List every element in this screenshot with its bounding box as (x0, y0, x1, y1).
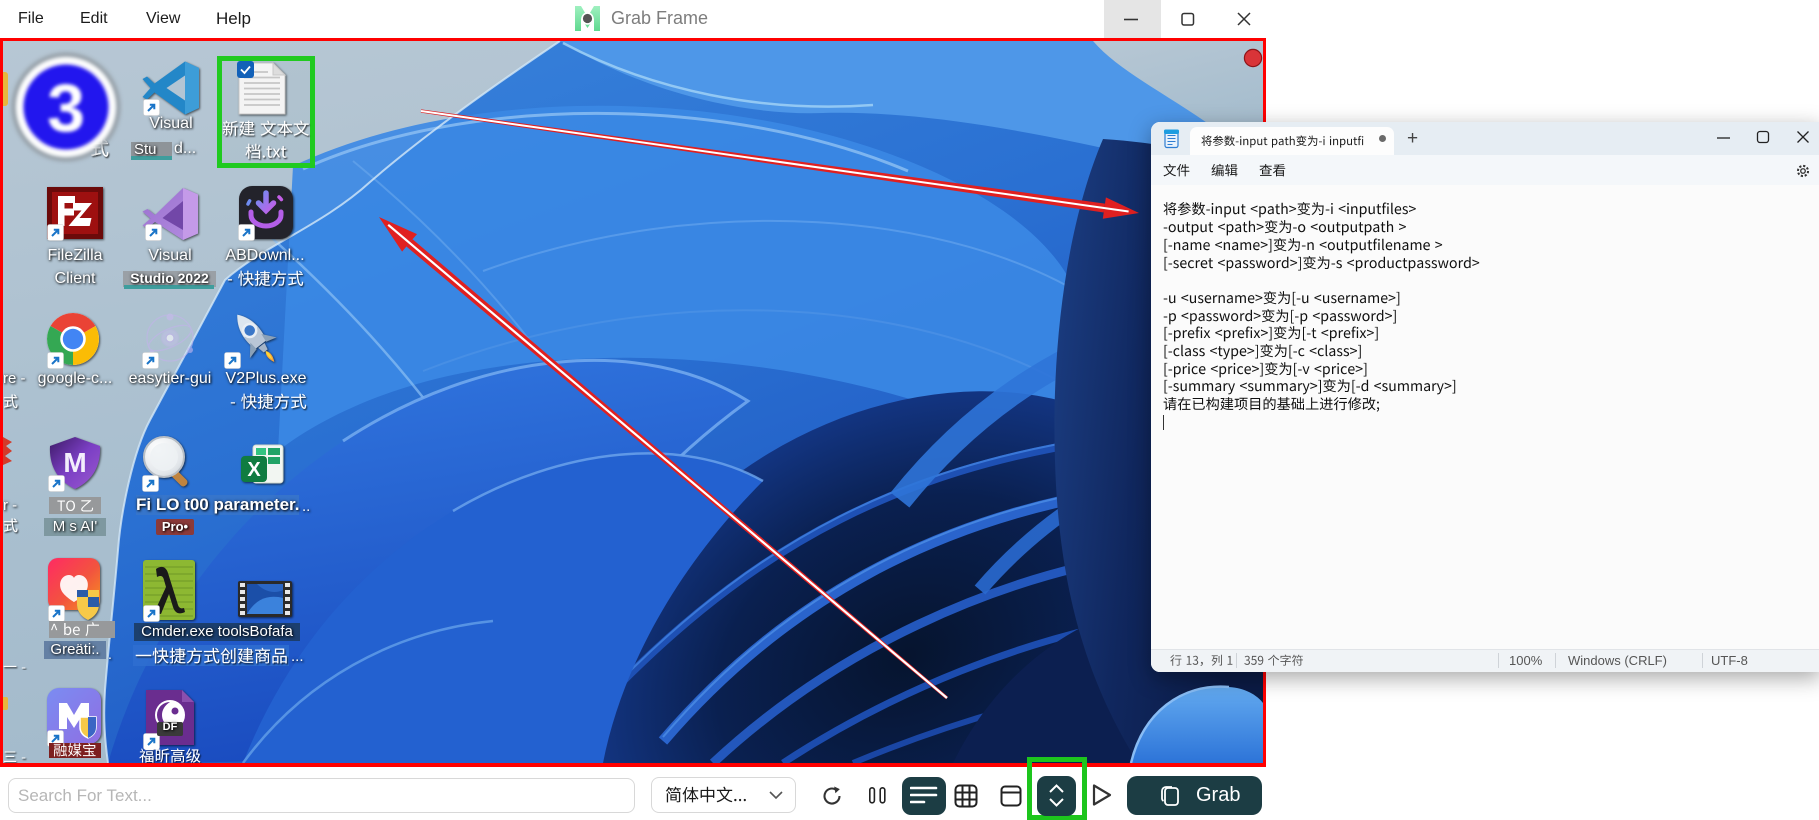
svg-text:M: M (63, 447, 86, 478)
svg-text:X: X (247, 459, 261, 481)
svg-text:3: 3 (47, 70, 85, 146)
